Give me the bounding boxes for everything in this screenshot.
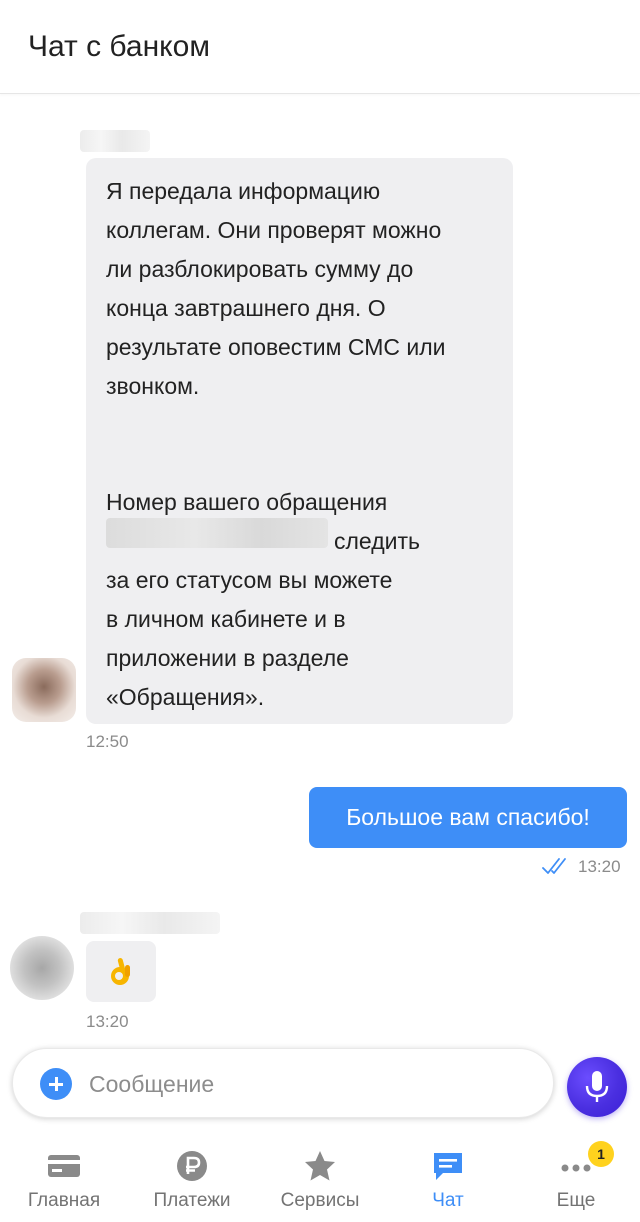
message-line: следить — [334, 528, 420, 554]
message-bubble-incoming[interactable]: Я передала информацию коллегам. Они пров… — [86, 158, 513, 724]
message-line: в личном кабинете и в — [106, 606, 346, 632]
page-title: Чат с банком — [28, 30, 210, 63]
tab-payments[interactable]: Платежи — [128, 1140, 256, 1222]
chat-icon — [434, 1153, 462, 1180]
message-line: Номер вашего обращения — [106, 489, 388, 515]
tab-chat[interactable]: Чат — [384, 1140, 512, 1222]
tab-services[interactable]: Сервисы — [256, 1140, 384, 1222]
voice-input-button[interactable] — [567, 1057, 627, 1117]
ruble-icon — [177, 1151, 207, 1181]
tab-more[interactable]: Еще — [512, 1140, 640, 1222]
avatar[interactable] — [12, 658, 76, 722]
message-bubble-incoming[interactable] — [86, 941, 156, 1002]
message-line: за его статусом вы можете — [106, 567, 393, 593]
avatar[interactable] — [10, 936, 74, 1000]
message-input[interactable] — [89, 1067, 529, 1101]
tab-main[interactable]: Главная — [0, 1140, 128, 1222]
message-time: 13:20 — [578, 857, 621, 876]
message-line: «Обращения». — [106, 684, 265, 710]
sender-name-blurred — [80, 912, 220, 934]
ok-hand-icon — [111, 958, 130, 985]
sender-name-blurred — [80, 130, 150, 152]
message-bubble-outgoing[interactable]: Большое вам спасибо! — [309, 787, 627, 848]
chat-header: Чат с банком — [0, 0, 640, 94]
double-check-icon — [542, 858, 566, 874]
message-time: 12:50 — [86, 732, 129, 751]
tab-label: Чат — [432, 1190, 464, 1211]
message-text: Я передала информацию коллегам. Они пров… — [106, 178, 446, 399]
message-time: 13:20 — [86, 1012, 129, 1031]
notification-badge: 1 — [588, 1141, 614, 1167]
microphone-icon — [585, 1071, 609, 1102]
tab-label: Сервисы — [280, 1190, 360, 1211]
message-composer — [12, 1048, 554, 1118]
ticket-number-blurred — [106, 518, 328, 548]
tab-label: Платежи — [153, 1190, 231, 1211]
add-attachment-icon[interactable] — [40, 1068, 72, 1100]
message-text: Большое вам спасибо! — [346, 804, 590, 830]
message-line: приложении в разделе — [106, 645, 349, 671]
star-icon — [305, 1151, 335, 1181]
tab-label: Еще — [556, 1190, 596, 1211]
bottom-tab-bar: Главная Платежи Сервисы Чат Еще — [0, 1140, 640, 1222]
tab-label: Главная — [27, 1190, 101, 1211]
card-icon — [48, 1155, 80, 1177]
